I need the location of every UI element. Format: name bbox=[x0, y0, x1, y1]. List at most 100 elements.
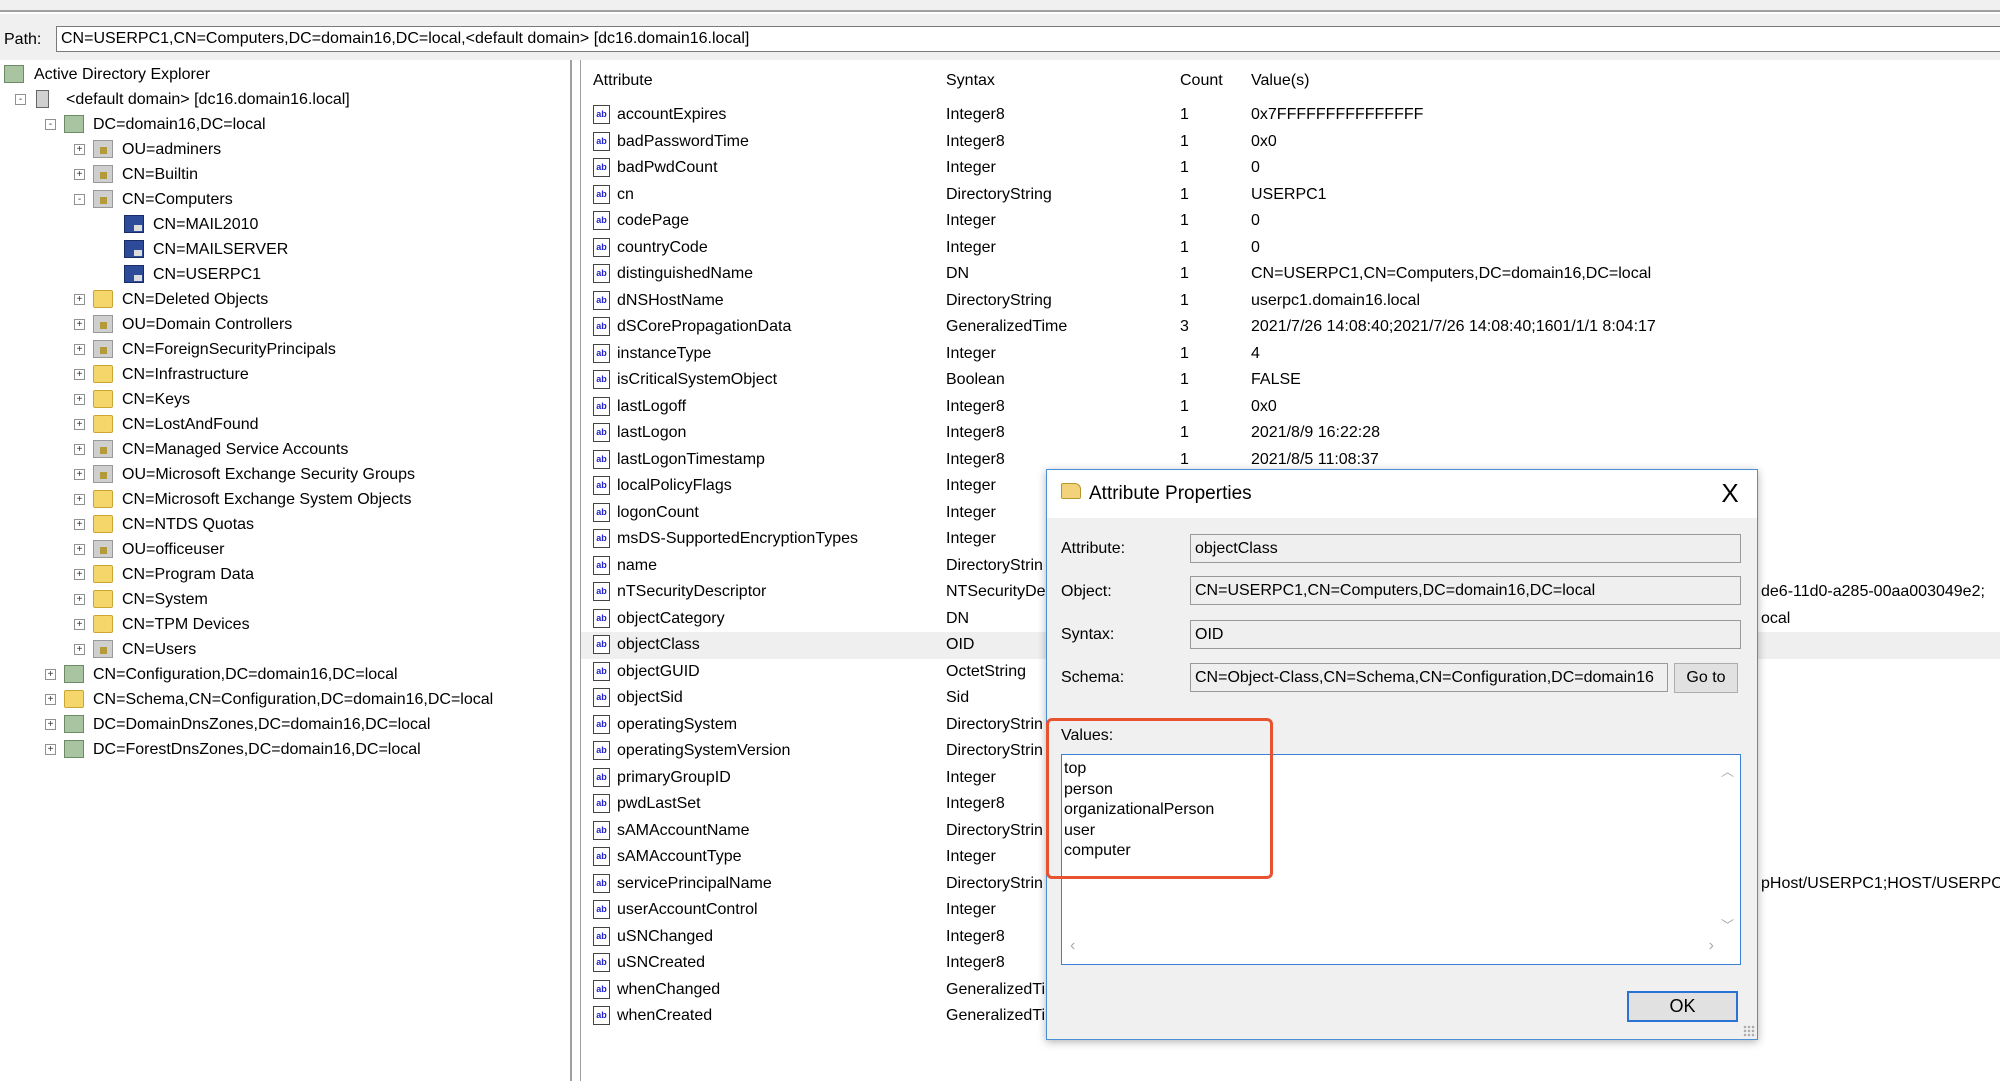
attribute-row[interactable]: ab cn DirectoryString 1 USERPC1 bbox=[581, 182, 2000, 209]
attribute-syntax: DirectoryStrin bbox=[946, 715, 1043, 733]
tree-node-label: CN=LostAndFound bbox=[122, 416, 259, 433]
tree-node[interactable]: + CN=Microsoft Exchange System Objects bbox=[0, 487, 570, 512]
tree-node[interactable]: + CN=Program Data bbox=[0, 562, 570, 587]
folder-icon bbox=[93, 490, 113, 508]
column-header-syntax[interactable]: Syntax bbox=[946, 72, 995, 90]
expand-icon[interactable]: + bbox=[74, 419, 85, 430]
expand-icon[interactable]: + bbox=[45, 744, 56, 755]
attribute-icon: ab bbox=[593, 423, 610, 442]
attribute-row[interactable]: ab dSCorePropagationData GeneralizedTime… bbox=[581, 314, 2000, 341]
expand-icon[interactable]: + bbox=[74, 594, 85, 605]
collapse-icon[interactable]: - bbox=[45, 119, 56, 130]
expand-icon[interactable]: + bbox=[74, 569, 85, 580]
tree-node[interactable]: + CN=Managed Service Accounts bbox=[0, 437, 570, 462]
expand-icon[interactable]: + bbox=[74, 369, 85, 380]
tree-node[interactable]: - <default domain> [dc16.domain16.local] bbox=[0, 87, 570, 112]
expand-icon[interactable]: + bbox=[74, 294, 85, 305]
tree-node[interactable]: CN=MAIL2010 bbox=[0, 212, 570, 237]
column-header-values[interactable]: Value(s) bbox=[1251, 72, 1309, 90]
tree-node[interactable]: + CN=ForeignSecurityPrincipals bbox=[0, 337, 570, 362]
path-input[interactable]: CN=USERPC1,CN=Computers,DC=domain16,DC=l… bbox=[56, 26, 2000, 52]
tree-node[interactable]: + CN=NTDS Quotas bbox=[0, 512, 570, 537]
tree-node[interactable]: + CN=Deleted Objects bbox=[0, 287, 570, 312]
scroll-down-icon[interactable]: ﹀ bbox=[1721, 915, 1734, 934]
expand-icon[interactable]: + bbox=[45, 669, 56, 680]
attribute-row[interactable]: ab countryCode Integer 1 0 bbox=[581, 235, 2000, 262]
scroll-up-icon[interactable]: ︿ bbox=[1721, 761, 1734, 780]
collapse-icon[interactable]: - bbox=[15, 94, 26, 105]
close-button[interactable]: X bbox=[1713, 478, 1747, 509]
tree-node[interactable]: + OU=officeuser bbox=[0, 537, 570, 562]
tree-node[interactable]: Active Directory Explorer bbox=[0, 62, 570, 87]
attribute-row[interactable]: ab lastLogon Integer8 1 2021/8/9 16:22:2… bbox=[581, 420, 2000, 447]
tree-node[interactable]: + DC=DomainDnsZones,DC=domain16,DC=local bbox=[0, 712, 570, 737]
tree-panel[interactable]: Active Directory Explorer - <default domai… bbox=[0, 60, 572, 1081]
expand-icon[interactable]: + bbox=[74, 344, 85, 355]
column-header-count[interactable]: Count bbox=[1180, 72, 1223, 90]
tree-node[interactable]: + CN=System bbox=[0, 587, 570, 612]
attribute-row[interactable]: ab codePage Integer 1 0 bbox=[581, 208, 2000, 235]
expand-icon[interactable]: + bbox=[74, 144, 85, 155]
domain-icon bbox=[64, 715, 84, 733]
tree-node[interactable]: CN=USERPC1 bbox=[0, 262, 570, 287]
attribute-row[interactable]: ab badPwdCount Integer 1 0 bbox=[581, 155, 2000, 182]
tree-node[interactable]: - CN=Computers bbox=[0, 187, 570, 212]
collapse-icon[interactable]: - bbox=[74, 194, 85, 205]
ok-button[interactable]: OK bbox=[1627, 991, 1738, 1022]
schema-field[interactable]: CN=Object-Class,CN=Schema,CN=Configurati… bbox=[1190, 663, 1668, 692]
tree-node[interactable]: - DC=domain16,DC=local bbox=[0, 112, 570, 137]
tree-node[interactable]: + DC=ForestDnsZones,DC=domain16,DC=local bbox=[0, 737, 570, 762]
value-item[interactable]: top bbox=[1064, 760, 1086, 780]
expand-icon[interactable]: + bbox=[74, 169, 85, 180]
attribute-row[interactable]: ab badPasswordTime Integer8 1 0x0 bbox=[581, 129, 2000, 156]
attribute-syntax: Integer bbox=[946, 848, 996, 865]
tree-node[interactable]: + CN=LostAndFound bbox=[0, 412, 570, 437]
expand-icon[interactable]: + bbox=[74, 494, 85, 505]
attribute-row[interactable]: ab accountExpires Integer8 1 0x7FFFFFFFF… bbox=[581, 102, 2000, 129]
expand-icon[interactable]: + bbox=[74, 469, 85, 480]
attribute-properties-dialog: Attribute Properties X Attribute: object… bbox=[1046, 469, 1758, 1040]
values-listbox[interactable]: ︿ ﹀ ‹ › top person organizationalPerson use… bbox=[1061, 754, 1741, 965]
expand-icon[interactable]: + bbox=[74, 519, 85, 530]
expand-icon[interactable]: + bbox=[74, 619, 85, 630]
attribute-row[interactable]: ab instanceType Integer 1 4 bbox=[581, 341, 2000, 368]
attribute-name: nTSecurityDescriptor bbox=[617, 583, 767, 600]
tree-node-label: CN=Managed Service Accounts bbox=[122, 441, 349, 458]
expand-icon[interactable]: + bbox=[45, 694, 56, 705]
tree-node[interactable]: + CN=Users bbox=[0, 637, 570, 662]
tree-node[interactable]: + CN=Schema,CN=Configuration,DC=domain16,… bbox=[0, 687, 570, 712]
tree-node[interactable]: + CN=TPM Devices bbox=[0, 612, 570, 637]
expand-icon[interactable]: + bbox=[74, 319, 85, 330]
resize-grip-icon[interactable] bbox=[1743, 1025, 1755, 1037]
attribute-row[interactable]: ab lastLogoff Integer8 1 0x0 bbox=[581, 394, 2000, 421]
object-field[interactable]: CN=USERPC1,CN=Computers,DC=domain16,DC=l… bbox=[1190, 576, 1741, 605]
dialog-title: Attribute Properties bbox=[1089, 483, 1252, 504]
tree-node[interactable]: CN=MAILSERVER bbox=[0, 237, 570, 262]
value-item[interactable]: person bbox=[1064, 781, 1113, 801]
attribute-field[interactable]: objectClass bbox=[1190, 534, 1741, 563]
column-header-attribute[interactable]: Attribute bbox=[593, 72, 653, 90]
scroll-left-icon[interactable]: ‹ bbox=[1070, 937, 1075, 955]
tree-node[interactable]: + CN=Builtin bbox=[0, 162, 570, 187]
tree-node[interactable]: + OU=Microsoft Exchange Security Groups bbox=[0, 462, 570, 487]
expand-icon[interactable]: + bbox=[74, 544, 85, 555]
value-item[interactable]: computer bbox=[1064, 842, 1131, 862]
expand-icon[interactable]: + bbox=[74, 644, 85, 655]
expand-icon[interactable]: + bbox=[45, 719, 56, 730]
attribute-syntax: GeneralizedTime bbox=[946, 318, 1068, 335]
tree-node[interactable]: + OU=adminers bbox=[0, 137, 570, 162]
attribute-row[interactable]: ab distinguishedName DN 1 CN=USERPC1,CN=… bbox=[581, 261, 2000, 288]
scroll-right-icon[interactable]: › bbox=[1709, 937, 1714, 955]
expand-icon[interactable]: + bbox=[74, 444, 85, 455]
expand-icon[interactable]: + bbox=[74, 394, 85, 405]
syntax-field[interactable]: OID bbox=[1190, 620, 1741, 649]
tree-node[interactable]: + OU=Domain Controllers bbox=[0, 312, 570, 337]
value-item[interactable]: user bbox=[1064, 822, 1095, 842]
value-item[interactable]: organizationalPerson bbox=[1064, 801, 1214, 821]
tree-node[interactable]: + CN=Infrastructure bbox=[0, 362, 570, 387]
goto-button[interactable]: Go to bbox=[1674, 663, 1738, 693]
tree-node[interactable]: + CN=Keys bbox=[0, 387, 570, 412]
tree-node[interactable]: + CN=Configuration,DC=domain16,DC=local bbox=[0, 662, 570, 687]
attribute-row[interactable]: ab dNSHostName DirectoryString 1 userpc1… bbox=[581, 288, 2000, 315]
attribute-row[interactable]: ab isCriticalSystemObject Boolean 1 FALS… bbox=[581, 367, 2000, 394]
